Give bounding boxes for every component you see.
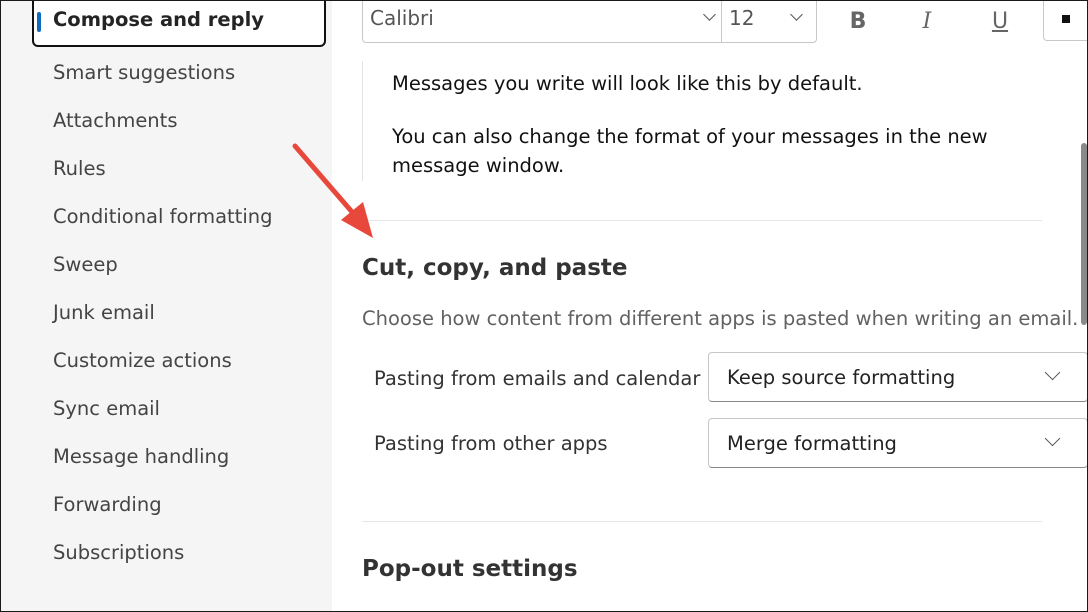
sidebar-item-customize-actions[interactable]: Customize actions xyxy=(53,346,232,376)
settings-sidebar: Compose and reply Smart suggestions Atta… xyxy=(1,1,332,611)
font-family-select[interactable]: Calibri xyxy=(362,1,722,43)
sidebar-item-rules[interactable]: Rules xyxy=(53,154,106,184)
sidebar-item-message-handling[interactable]: Message handling xyxy=(53,442,229,472)
sidebar-item-smart-suggestions[interactable]: Smart suggestions xyxy=(53,58,235,88)
sidebar-left-strip xyxy=(1,1,31,611)
preview-text-line: Messages you write will look like this b… xyxy=(392,72,863,95)
settings-window: Compose and reply Smart suggestions Atta… xyxy=(0,0,1088,612)
scrollbar-thumb[interactable] xyxy=(1081,143,1087,325)
sidebar-item-label: Compose and reply xyxy=(53,8,264,31)
selection-indicator xyxy=(37,12,41,32)
underline-button[interactable]: U xyxy=(983,5,1017,39)
message-format-preview: Messages you write will look like this b… xyxy=(362,61,1043,181)
dropdown-value: Merge formatting xyxy=(727,432,897,455)
sidebar-item-compose-and-reply[interactable]: Compose and reply xyxy=(32,1,326,47)
bold-button[interactable]: B xyxy=(841,5,875,39)
paste-emails-dropdown[interactable]: Keep source formatting xyxy=(708,352,1087,402)
sidebar-item-sync-email[interactable]: Sync email xyxy=(53,394,160,424)
sidebar-item-junk-email[interactable]: Junk email xyxy=(53,298,155,328)
chevron-down-icon xyxy=(790,8,803,21)
paste-other-apps-dropdown[interactable]: Merge formatting xyxy=(708,418,1087,468)
paste-other-apps-label: Pasting from other apps xyxy=(374,432,608,455)
font-size-value: 12 xyxy=(729,6,755,30)
chevron-down-icon xyxy=(1044,430,1061,447)
chevron-down-icon xyxy=(1044,364,1061,381)
dropdown-value: Keep source formatting xyxy=(727,366,956,389)
section-divider xyxy=(362,220,1042,221)
chevron-down-icon xyxy=(703,8,716,21)
section-title-pop-out-settings: Pop-out settings xyxy=(362,556,578,582)
font-color-icon xyxy=(1062,15,1070,23)
bold-icon: B xyxy=(849,9,867,34)
section-divider xyxy=(362,521,1042,522)
vertical-scrollbar[interactable] xyxy=(1081,1,1087,611)
font-family-value: Calibri xyxy=(370,6,434,30)
sidebar-item-subscriptions[interactable]: Subscriptions xyxy=(53,538,184,568)
underline-icon: U xyxy=(991,9,1009,34)
sidebar-item-forwarding[interactable]: Forwarding xyxy=(53,490,162,520)
settings-main-pane: Calibri 12 B I U Messages you write will… xyxy=(332,1,1087,611)
section-description: Choose how content from different apps i… xyxy=(362,307,1079,330)
preview-text-line: You can also change the format of your m… xyxy=(392,125,988,177)
sidebar-item-conditional-formatting[interactable]: Conditional formatting xyxy=(53,202,272,232)
font-size-select[interactable]: 12 xyxy=(721,1,817,43)
sidebar-item-sweep[interactable]: Sweep xyxy=(53,250,118,280)
italic-button[interactable]: I xyxy=(910,5,944,39)
italic-icon: I xyxy=(922,9,932,34)
sidebar-item-attachments[interactable]: Attachments xyxy=(53,106,177,136)
paste-emails-label: Pasting from emails and calendar xyxy=(374,367,701,390)
section-title-cut-copy-paste: Cut, copy, and paste xyxy=(362,255,628,281)
